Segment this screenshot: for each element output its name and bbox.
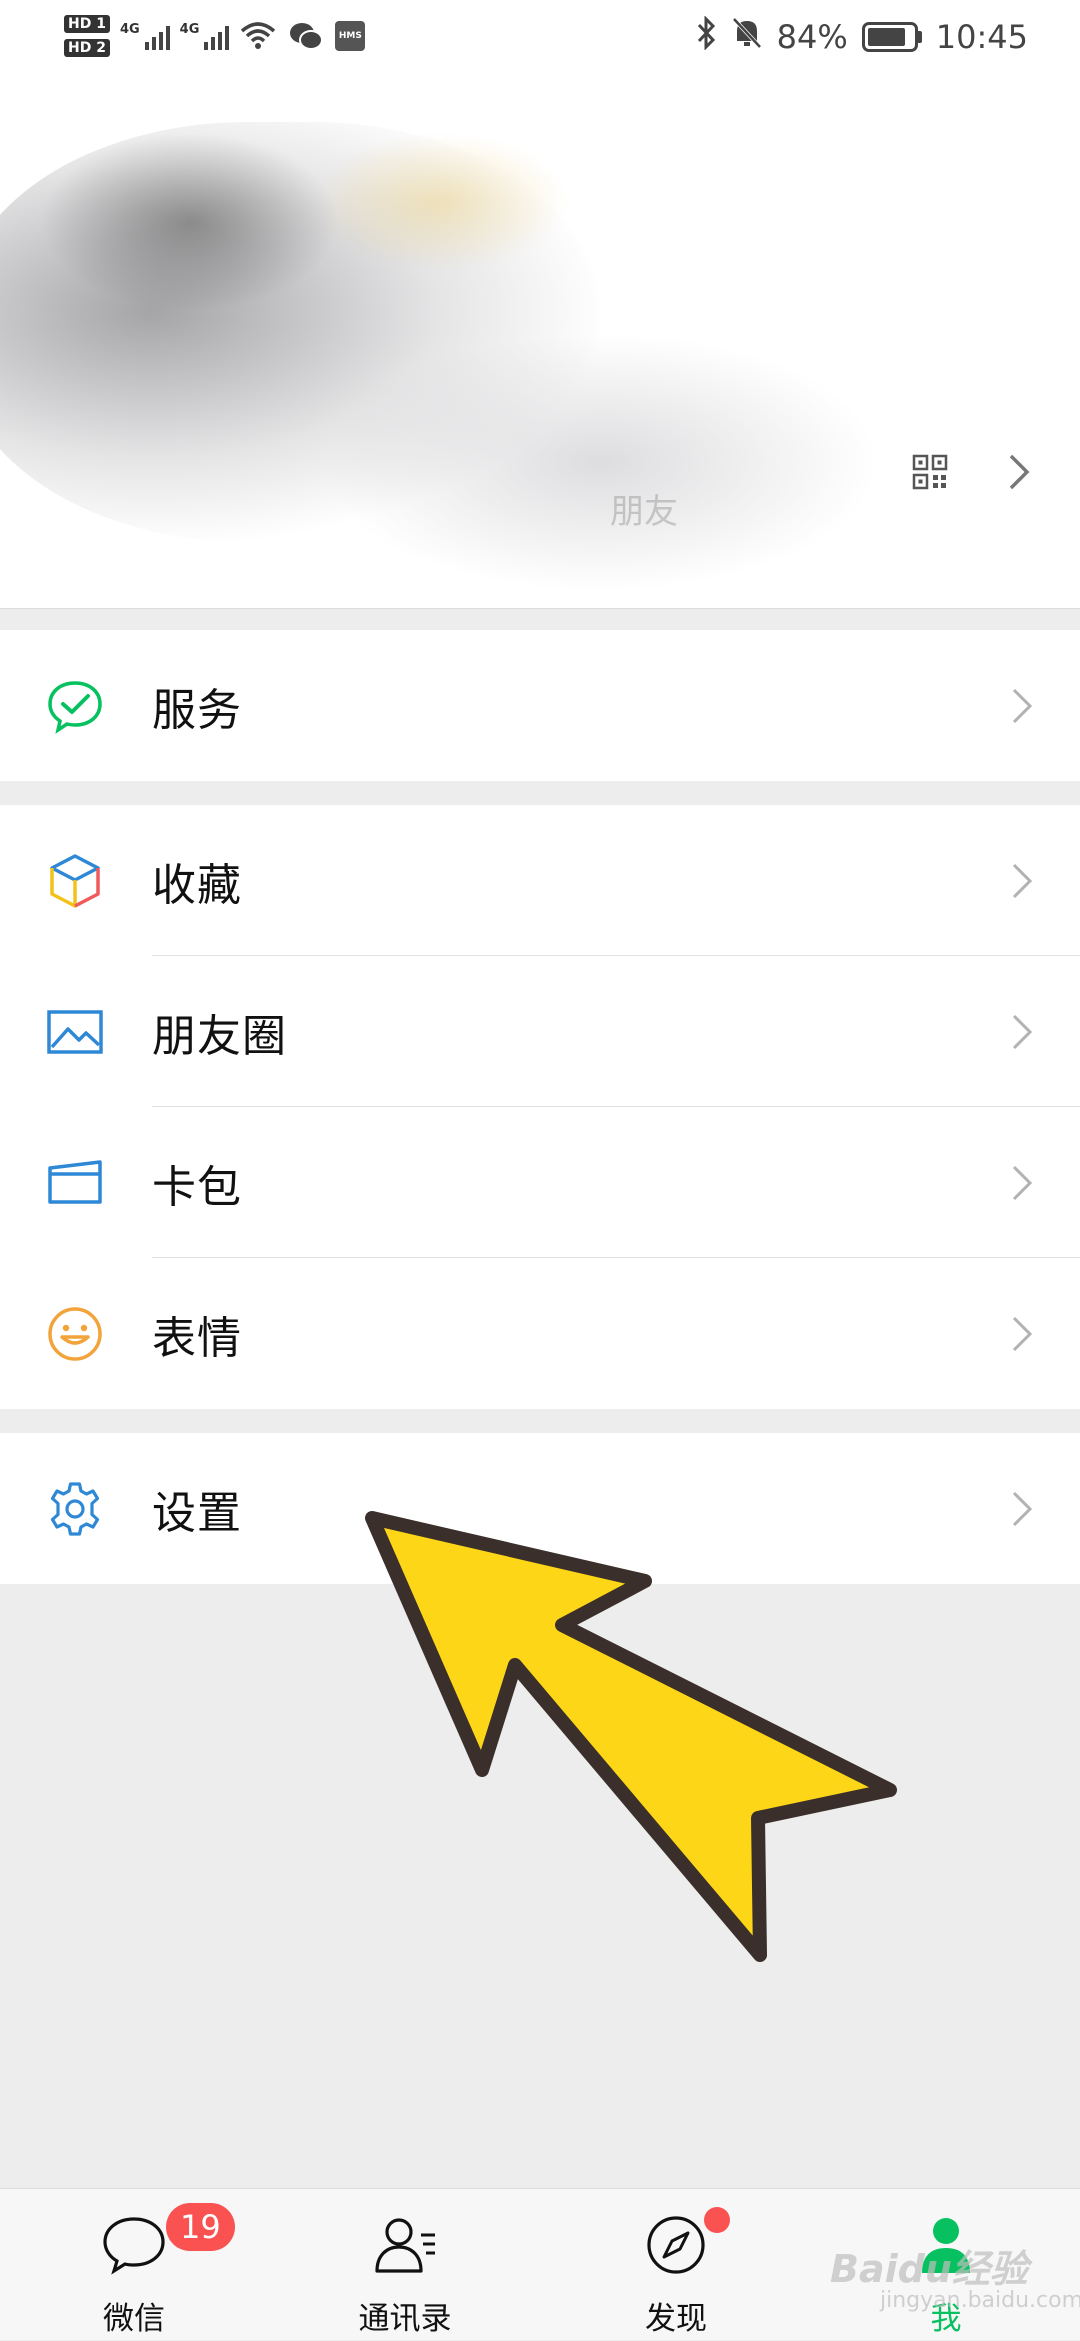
menu-item-service[interactable]: 服务 — [0, 630, 1080, 781]
tab-label: 通讯录 — [358, 2301, 452, 2337]
sim2-indicator: HD 2 — [64, 39, 110, 57]
menu-item-label: 朋友圈 — [152, 1010, 287, 1062]
sticker-smile-icon — [48, 1306, 102, 1361]
tab-contacts[interactable]: 通讯录 — [305, 2189, 505, 2341]
chevron-right-icon[interactable] — [1005, 452, 1035, 492]
menu-item-stickers[interactable]: 表情 — [0, 1258, 1080, 1409]
chevron-right-icon — [1012, 1165, 1033, 1200]
chevron-right-icon — [1012, 1316, 1033, 1351]
header-faint-text: 朋友 — [610, 492, 678, 532]
wechat-icon — [287, 17, 325, 55]
signal-1-icon: 4G — [120, 22, 170, 50]
menu-group-main: 收藏 朋友圈 卡包 表情 — [0, 805, 1080, 1409]
chevron-right-icon — [1012, 863, 1033, 898]
menu-item-label: 收藏 — [152, 859, 242, 911]
menu-item-label: 卡包 — [152, 1161, 242, 1213]
menu-item-settings[interactable]: 设置 — [0, 1433, 1080, 1584]
chevron-right-icon — [1012, 1491, 1033, 1526]
menu-item-moments[interactable]: 朋友圈 — [0, 956, 1080, 1107]
tab-label: 微信 — [103, 2301, 165, 2337]
menu-item-favorites[interactable]: 收藏 — [0, 805, 1080, 956]
sim1-indicator: HD 1 — [64, 15, 110, 33]
chevron-right-icon — [1012, 688, 1033, 723]
wifi-icon — [239, 17, 277, 55]
watermark-url: jingyan.baidu.com — [880, 2288, 1080, 2313]
menu-group-service: 服务 — [0, 630, 1080, 781]
battery-icon — [861, 22, 922, 52]
new-indicator-dot — [704, 2207, 730, 2233]
settings-gear-icon — [50, 1481, 100, 1536]
compass-icon — [647, 2216, 705, 2274]
tab-label: 发现 — [645, 2301, 707, 2337]
menu-item-card-wallet[interactable]: 卡包 — [0, 1107, 1080, 1258]
service-icon — [48, 680, 102, 734]
section-divider — [0, 608, 1080, 630]
contacts-icon — [375, 2218, 435, 2273]
moments-image-icon — [47, 1009, 103, 1054]
bluetooth-icon — [695, 15, 717, 58]
signal-2-icon: 4G — [180, 22, 230, 50]
card-wallet-icon — [48, 1159, 102, 1204]
tab-chats[interactable]: 19 微信 — [34, 2189, 235, 2341]
qr-code-icon[interactable] — [912, 454, 948, 490]
menu-item-label: 设置 — [152, 1487, 242, 1539]
menu-item-label: 服务 — [152, 684, 242, 736]
menu-item-label: 表情 — [152, 1312, 242, 1364]
hms-icon: HMS — [335, 21, 366, 51]
chat-bubble-icon — [103, 2217, 165, 2275]
favorites-cube-icon — [50, 853, 100, 908]
menu-group-settings: 设置 — [0, 1433, 1080, 1584]
profile-header[interactable]: 朋友 — [0, 72, 1080, 608]
status-bar: HD 1 HD 2 4G 4G HMS 84% 10:45 — [0, 0, 1080, 72]
watermark: Baidu经验 — [830, 2247, 1028, 2291]
unread-badge: 19 — [166, 2203, 235, 2251]
battery-percent: 84% — [776, 18, 848, 56]
chevron-right-icon — [1012, 1014, 1033, 1049]
clock: 10:45 — [935, 18, 1028, 56]
tab-discover[interactable]: 发现 — [576, 2189, 776, 2341]
mute-bell-icon — [731, 16, 763, 58]
